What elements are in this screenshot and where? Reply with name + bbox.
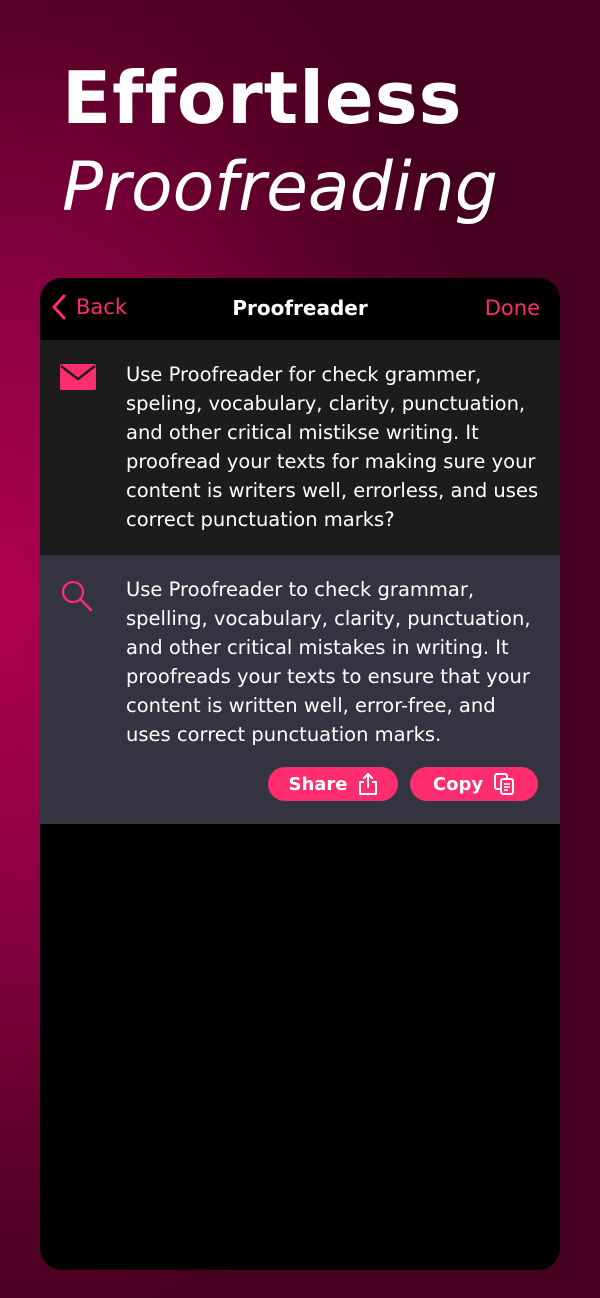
share-button[interactable]: Share [268,767,398,801]
copy-label: Copy [432,773,484,795]
hero-title-line2: Proofreading [62,148,498,227]
search-icon [60,579,94,617]
copy-icon [494,773,515,795]
copy-button[interactable]: Copy [410,767,538,801]
navigation-bar: Back Proofreader Done [40,278,560,340]
hero-title-line1: Effortless [62,56,463,140]
app-window: Back Proofreader Done Use Proofreader fo… [40,278,560,1270]
corrected-text: Use Proofreader to check grammar, spelli… [126,578,531,746]
envelope-icon [60,364,96,394]
input-text: Use Proofreader for check grammer, speli… [126,363,539,531]
share-icon [358,773,377,795]
hero-heading: Effortless Proofreading [62,56,498,230]
share-label: Share [288,773,348,795]
corrected-text-card: Use Proofreader to check grammar, spelli… [40,555,560,824]
input-text-card[interactable]: Use Proofreader for check grammer, speli… [40,340,560,555]
nav-title: Proofreader [232,296,368,320]
action-buttons: Share Copy [268,767,538,801]
done-button[interactable]: Done [485,296,540,320]
